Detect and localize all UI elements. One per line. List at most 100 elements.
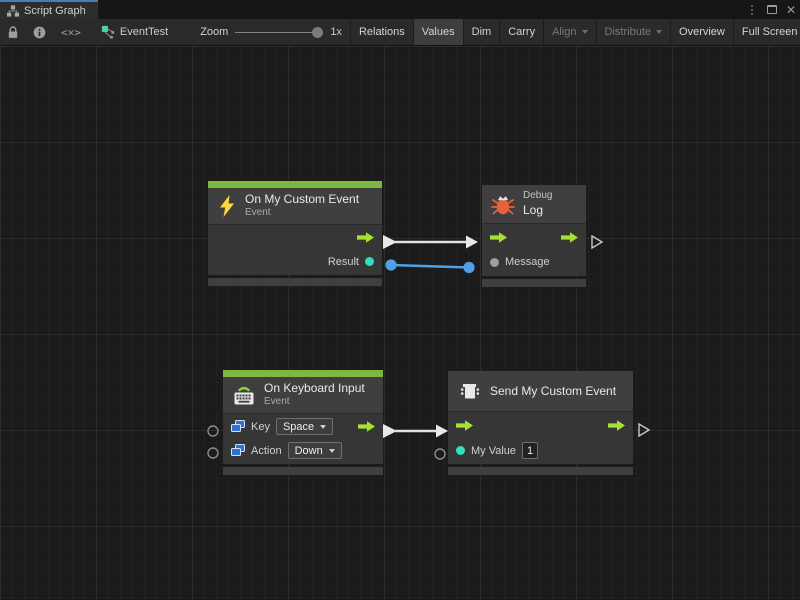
action-port-label: Action bbox=[251, 445, 282, 457]
action-dropdown[interactable]: Down bbox=[288, 442, 342, 459]
exec-row bbox=[448, 413, 633, 438]
zoom-slider-handle[interactable] bbox=[312, 27, 323, 38]
zoom-slider[interactable] bbox=[235, 25, 323, 39]
key-dropdown[interactable]: Space bbox=[276, 418, 333, 435]
tab-bar: Script Graph ⋮ ✕ bbox=[0, 0, 800, 19]
carry-toggle[interactable]: Carry bbox=[500, 19, 543, 45]
message-input-row: Message bbox=[482, 250, 586, 275]
node-send-my-custom-event[interactable]: Send My Custom Event My Value 1 bbox=[448, 371, 633, 475]
exec-output-port[interactable] bbox=[358, 421, 375, 432]
exec-output-port[interactable] bbox=[608, 420, 625, 431]
node-footer bbox=[223, 467, 383, 475]
my-value-port-label: My Value bbox=[471, 445, 516, 457]
key-input-row: Key Space bbox=[223, 415, 383, 439]
node-title: Send My Custom Event bbox=[490, 384, 616, 399]
my-value-input-port[interactable] bbox=[456, 446, 465, 455]
info-button[interactable] bbox=[26, 19, 53, 45]
node-body: Result bbox=[208, 224, 382, 275]
action-port-handle[interactable] bbox=[208, 448, 218, 458]
exec-output-port[interactable] bbox=[561, 232, 578, 243]
node-header[interactable]: Send My Custom Event bbox=[448, 371, 633, 411]
action-input-row: Action Down bbox=[223, 439, 383, 463]
chevron-down-icon bbox=[656, 30, 662, 34]
my-value-input-row: My Value 1 bbox=[448, 438, 633, 463]
exec-input-port[interactable] bbox=[490, 232, 507, 243]
graph-toolbar: <×> EventTest Zoom 1x Relations Values bbox=[0, 19, 800, 46]
info-icon bbox=[33, 26, 46, 39]
node-footer bbox=[208, 278, 382, 286]
exec-connection-event-to-log[interactable] bbox=[383, 235, 478, 249]
relations-toggle[interactable]: Relations bbox=[351, 19, 413, 45]
enum-type-icon bbox=[231, 444, 245, 457]
node-body: My Value 1 bbox=[448, 411, 633, 464]
graph-canvas[interactable]: On My Custom Event Event Result bbox=[0, 46, 800, 599]
zoom-value: 1x bbox=[330, 26, 342, 38]
enum-type-icon bbox=[231, 420, 245, 433]
node-title: On My Custom Event bbox=[245, 192, 359, 207]
result-port-label: Result bbox=[328, 256, 359, 268]
node-subtitle: Event bbox=[264, 396, 365, 409]
window-controls: ⋮ ✕ bbox=[746, 0, 796, 19]
exec-output-row bbox=[208, 226, 382, 250]
maximize-icon[interactable] bbox=[767, 5, 777, 14]
action-dropdown-value: Down bbox=[295, 445, 323, 457]
tab-title: Script Graph bbox=[24, 5, 86, 17]
align-label: Align bbox=[552, 26, 576, 38]
node-category: Debug bbox=[523, 190, 552, 203]
node-on-my-custom-event[interactable]: On My Custom Event Event Result bbox=[208, 181, 382, 286]
overview-button[interactable]: Overview bbox=[671, 19, 733, 45]
node-title: On Keyboard Input bbox=[264, 381, 365, 396]
exec-connection-keyboard-to-send[interactable] bbox=[383, 424, 448, 438]
keyboard-icon bbox=[232, 383, 256, 407]
event-color-bar bbox=[208, 181, 382, 188]
script-graph-window: Script Graph ⋮ ✕ <×> bbox=[0, 0, 800, 600]
node-footer bbox=[482, 279, 586, 287]
tab-script-graph[interactable]: Script Graph bbox=[0, 0, 98, 19]
zoom-slider-track bbox=[235, 32, 319, 34]
custom-event-icon bbox=[458, 379, 482, 403]
window-menu-icon[interactable]: ⋮ bbox=[746, 4, 758, 16]
dim-toggle[interactable]: Dim bbox=[464, 19, 500, 45]
exec-row bbox=[482, 225, 586, 250]
message-input-port[interactable] bbox=[490, 258, 499, 267]
distribute-label: Distribute bbox=[605, 26, 651, 38]
exec-input-port[interactable] bbox=[456, 420, 473, 431]
close-icon[interactable]: ✕ bbox=[786, 4, 796, 16]
zoom-control: Zoom 1x bbox=[178, 19, 350, 45]
message-port-label: Message bbox=[505, 256, 550, 268]
chevron-down-icon bbox=[582, 30, 588, 34]
node-header[interactable]: On My Custom Event Event bbox=[208, 188, 382, 224]
chevron-down-icon bbox=[320, 425, 326, 429]
toolbar-right-group: Relations Values Dim Carry Align Distrib… bbox=[350, 19, 800, 45]
node-subtitle: Event bbox=[245, 207, 359, 220]
key-port-label: Key bbox=[251, 421, 270, 433]
node-footer bbox=[448, 467, 633, 475]
value-connection-result-to-message[interactable] bbox=[385, 259, 474, 273]
connections-layer bbox=[0, 46, 800, 599]
graph-asset-icon bbox=[101, 25, 115, 39]
distribute-dropdown[interactable]: Distribute bbox=[597, 19, 670, 45]
my-value-port-handle[interactable] bbox=[435, 449, 445, 459]
breadcrumb[interactable]: EventTest bbox=[89, 19, 178, 45]
bug-icon bbox=[491, 192, 515, 216]
exec-hint-triangle bbox=[639, 424, 649, 436]
align-dropdown[interactable]: Align bbox=[544, 19, 595, 45]
breadcrumb-label: EventTest bbox=[120, 26, 168, 38]
zoom-label: Zoom bbox=[200, 26, 228, 38]
node-body: Key Space Action bbox=[223, 413, 383, 464]
exec-output-port[interactable] bbox=[357, 232, 374, 243]
key-dropdown-value: Space bbox=[283, 421, 314, 433]
fullscreen-button[interactable]: Full Screen bbox=[734, 19, 800, 45]
node-header[interactable]: On Keyboard Input Event bbox=[223, 377, 383, 413]
code-view-button[interactable]: <×> bbox=[53, 19, 89, 45]
my-value-field[interactable]: 1 bbox=[522, 442, 538, 459]
node-on-keyboard-input[interactable]: On Keyboard Input Event Key Space bbox=[223, 370, 383, 475]
key-port-handle[interactable] bbox=[208, 426, 218, 436]
graph-hierarchy-icon bbox=[7, 5, 19, 17]
lock-icon bbox=[7, 26, 19, 39]
node-header[interactable]: Debug Log bbox=[482, 185, 586, 223]
result-output-port[interactable] bbox=[365, 257, 374, 266]
node-debug-log[interactable]: Debug Log Message bbox=[482, 185, 586, 287]
values-toggle[interactable]: Values bbox=[414, 19, 463, 45]
lock-button[interactable] bbox=[0, 19, 26, 45]
